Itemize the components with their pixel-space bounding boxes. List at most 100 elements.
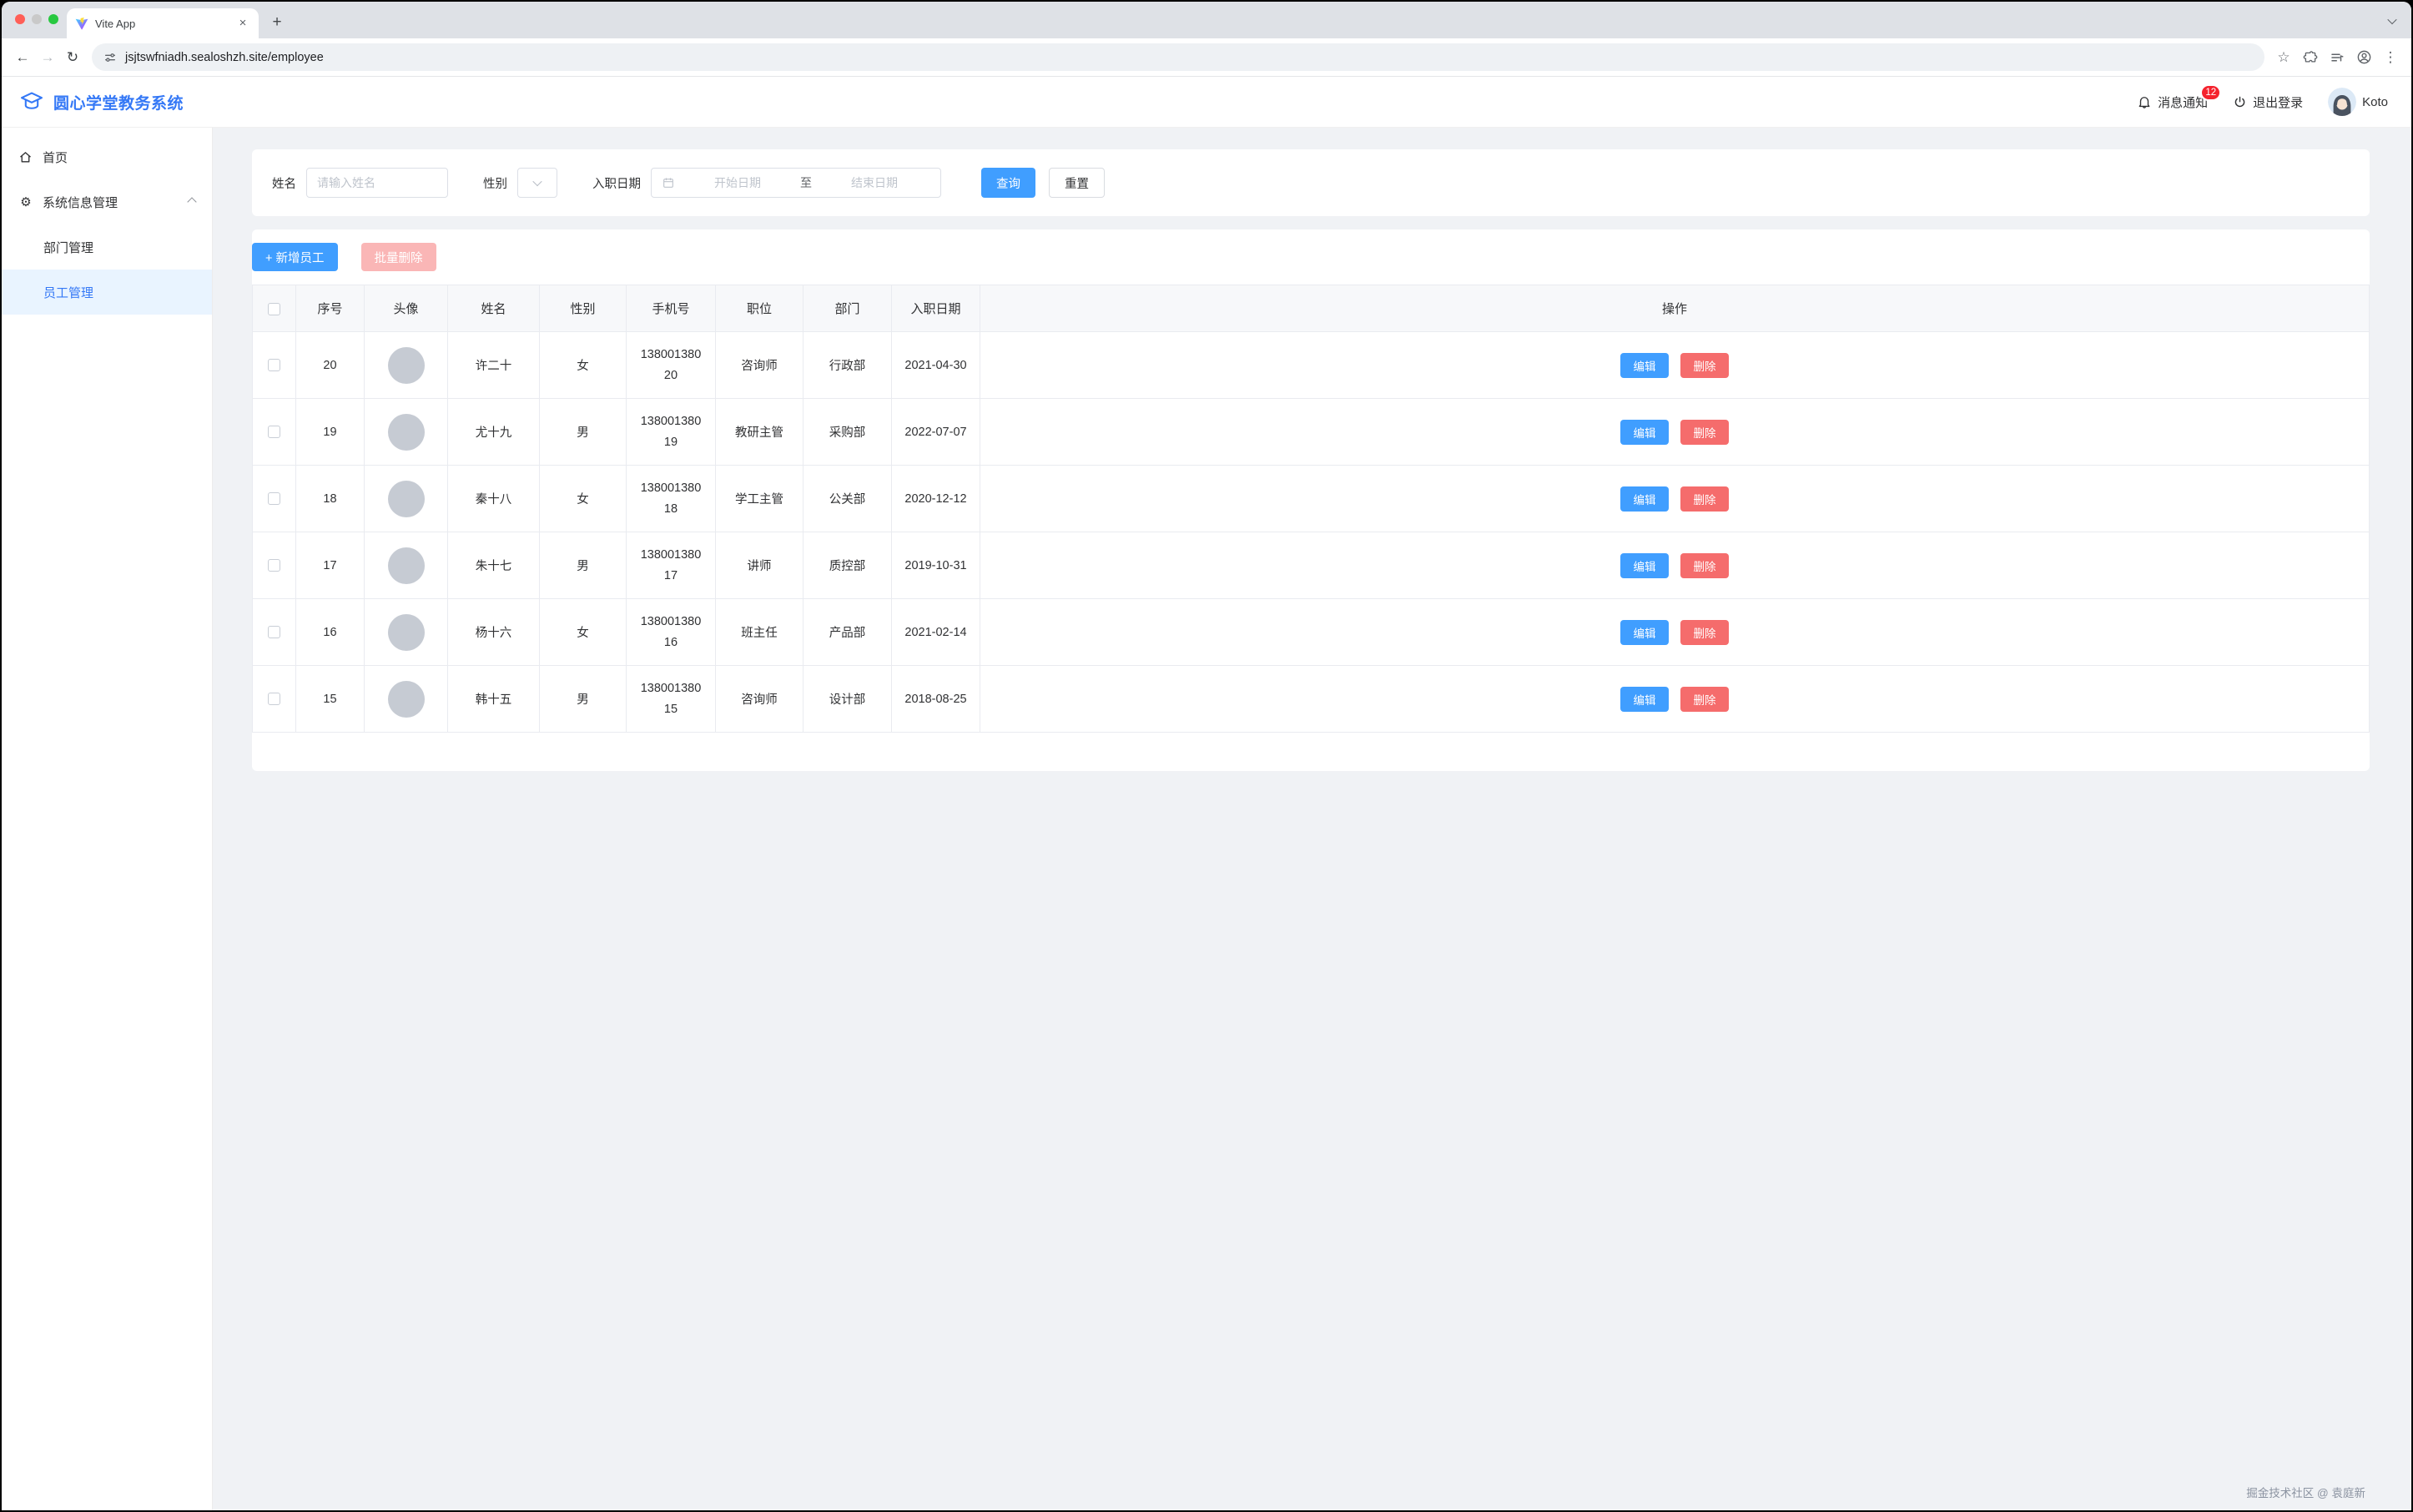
avatar — [388, 547, 425, 584]
user-menu[interactable]: Koto — [2328, 88, 2388, 116]
employee-table: 序号 头像 姓名 性别 手机号 职位 部门 入职日期 操作 — [252, 285, 2370, 733]
cell-department: 产品部 — [803, 599, 892, 666]
notifications-button[interactable]: 消息通知 12 — [2137, 93, 2208, 111]
cell-index: 18 — [296, 466, 365, 532]
cell-department: 采购部 — [803, 399, 892, 466]
address-bar[interactable]: jsjtswfniadh.sealoshzh.site/employee — [92, 43, 2264, 71]
cell-hire-date: 2022-07-07 — [892, 399, 980, 466]
table-row: 20 许二十 女 13800138020 咨询师 行政部 2021-04-30 … — [253, 332, 2370, 399]
profile-icon[interactable] — [2351, 45, 2376, 70]
hire-date-range-picker[interactable]: 开始日期 至 结束日期 — [651, 168, 941, 198]
cell-gender: 男 — [540, 666, 627, 733]
name-filter-label: 姓名 — [272, 174, 296, 192]
table-row: 17 朱十七 男 13800138017 讲师 质控部 2019-10-31 编… — [253, 532, 2370, 599]
row-checkbox[interactable] — [268, 492, 280, 505]
table-header-row: 序号 头像 姓名 性别 手机号 职位 部门 入职日期 操作 — [253, 285, 2370, 332]
table-actions: + 新增员工 批量删除 — [252, 243, 2370, 285]
cell-gender: 男 — [540, 532, 627, 599]
user-avatar — [2328, 88, 2356, 116]
batch-delete-button[interactable]: 批量删除 — [361, 243, 436, 271]
cell-position: 咨询师 — [716, 332, 803, 399]
table-row: 16 杨十六 女 13800138016 班主任 产品部 2021-02-14 … — [253, 599, 2370, 666]
row-checkbox[interactable] — [268, 693, 280, 705]
cell-position: 教研主管 — [716, 399, 803, 466]
sidebar-item-employees[interactable]: 员工管理 — [2, 270, 212, 315]
edit-button[interactable]: 编辑 — [1620, 486, 1669, 512]
cell-position: 班主任 — [716, 599, 803, 666]
column-header: 姓名 — [448, 285, 540, 332]
row-checkbox[interactable] — [268, 626, 280, 638]
edit-button[interactable]: 编辑 — [1620, 620, 1669, 645]
cell-index: 16 — [296, 599, 365, 666]
media-controls-icon[interactable] — [2325, 45, 2350, 70]
browser-menu-icon[interactable]: ⋮ — [2378, 45, 2403, 70]
cell-hire-date: 2018-08-25 — [892, 666, 980, 733]
cell-name: 尤十九 — [448, 399, 540, 466]
cell-department: 公关部 — [803, 466, 892, 532]
sidebar-item-label: 首页 — [43, 149, 68, 166]
cell-phone: 13800138019 — [627, 399, 716, 466]
edit-button[interactable]: 编辑 — [1620, 420, 1669, 445]
browser-tab[interactable]: Vite App × — [67, 8, 259, 38]
cell-index: 15 — [296, 666, 365, 733]
delete-button[interactable]: 删除 — [1680, 553, 1729, 578]
watermark: 掘金技术社区 @ 袁庭新 — [2246, 1484, 2365, 1500]
column-header: 性别 — [540, 285, 627, 332]
search-button[interactable]: 查询 — [981, 168, 1035, 198]
cell-phone: 13800138020 — [627, 332, 716, 399]
date-separator: 至 — [800, 174, 812, 191]
delete-button[interactable]: 删除 — [1680, 353, 1729, 378]
add-employee-button[interactable]: + 新增员工 — [252, 243, 338, 271]
edit-button[interactable]: 编辑 — [1620, 687, 1669, 712]
window-close-button[interactable] — [15, 14, 25, 24]
avatar — [388, 481, 425, 517]
gender-select[interactable] — [517, 168, 557, 198]
tab-search-button[interactable] — [2383, 12, 2401, 30]
window-zoom-button[interactable] — [48, 14, 58, 24]
column-header: 操作 — [980, 285, 2370, 332]
reload-button[interactable]: ↻ — [60, 45, 85, 70]
cell-phone: 13800138017 — [627, 532, 716, 599]
row-checkbox[interactable] — [268, 559, 280, 572]
cell-name: 许二十 — [448, 332, 540, 399]
select-all-checkbox[interactable] — [268, 303, 280, 315]
bookmark-star-icon[interactable]: ☆ — [2271, 45, 2296, 70]
cell-gender: 男 — [540, 399, 627, 466]
delete-button[interactable]: 删除 — [1680, 620, 1729, 645]
delete-button[interactable]: 删除 — [1680, 687, 1729, 712]
edit-button[interactable]: 编辑 — [1620, 553, 1669, 578]
edit-button[interactable]: 编辑 — [1620, 353, 1669, 378]
bell-icon — [2137, 94, 2152, 109]
delete-button[interactable]: 删除 — [1680, 420, 1729, 445]
avatar — [388, 347, 425, 384]
name-filter-input[interactable] — [306, 168, 448, 198]
gear-icon: ⚙ — [18, 194, 33, 209]
sidebar-item-departments[interactable]: 部门管理 — [2, 224, 212, 270]
forward-button[interactable]: → — [35, 45, 60, 70]
new-tab-button[interactable]: + — [265, 11, 289, 34]
extensions-icon[interactable] — [2298, 45, 2323, 70]
tab-close-icon[interactable]: × — [235, 16, 250, 31]
logout-button[interactable]: 退出登录 — [2233, 93, 2303, 111]
row-checkbox[interactable] — [268, 359, 280, 371]
cell-position: 学工主管 — [716, 466, 803, 532]
window-minimize-button[interactable] — [32, 14, 42, 24]
column-header: 职位 — [716, 285, 803, 332]
delete-button[interactable]: 删除 — [1680, 486, 1729, 512]
app-header: 圆心学堂教务系统 消息通知 12 — [2, 77, 2411, 128]
reset-button[interactable]: 重置 — [1049, 168, 1105, 198]
browser-window: Vite App × + ← → ↻ jsjtswfniadh.sealoshz… — [2, 2, 2411, 1510]
column-header: 手机号 — [627, 285, 716, 332]
sidebar-item-system-info[interactable]: ⚙ 系统信息管理 — [2, 179, 212, 224]
tab-title: Vite App — [95, 18, 229, 30]
cell-phone: 13800138015 — [627, 666, 716, 733]
username: Koto — [2362, 95, 2388, 109]
browser-toolbar: ← → ↻ jsjtswfniadh.sealoshzh.site/employ… — [2, 38, 2411, 77]
sidebar-item-home[interactable]: 首页 — [2, 134, 212, 179]
back-button[interactable]: ← — [10, 45, 35, 70]
row-checkbox[interactable] — [268, 426, 280, 438]
cell-phone: 13800138018 — [627, 466, 716, 532]
site-settings-icon[interactable] — [103, 51, 117, 64]
cell-department: 质控部 — [803, 532, 892, 599]
logo-area[interactable]: 圆心学堂教务系统 — [18, 88, 184, 115]
